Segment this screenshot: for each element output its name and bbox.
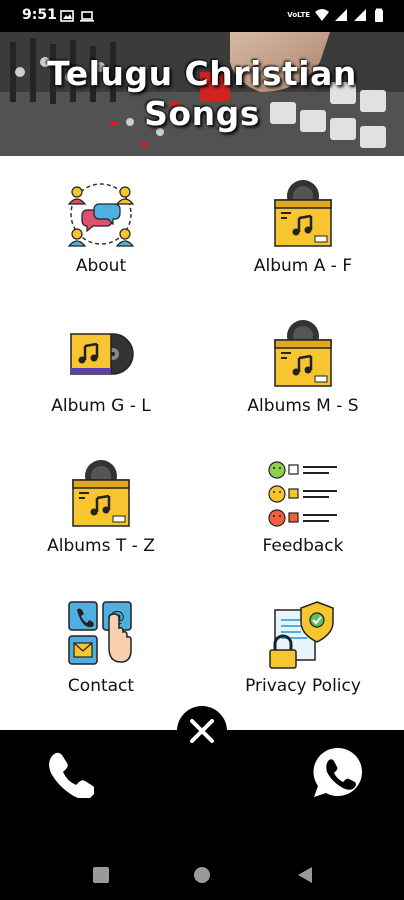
status-time: 9:51 (22, 7, 57, 23)
music-box-icon (72, 460, 130, 527)
volte-icon: VoLTE (287, 10, 310, 19)
status-bar: 9:51 VoLTE (0, 0, 404, 32)
menu-item-label: Albums T - Z (47, 536, 155, 556)
menu-item-label: Feedback (262, 536, 344, 556)
menu-item-album-a-f[interactable]: Album A - F (202, 156, 404, 296)
menu-item-albums-m-s[interactable]: Albums M - S (202, 296, 404, 436)
close-button[interactable] (177, 706, 227, 756)
menu-item-album-g-l[interactable]: Album G - L (0, 296, 202, 436)
menu-item-contact[interactable]: @ Contact (0, 576, 202, 716)
menu-item-privacy-policy[interactable]: Privacy Policy (202, 576, 404, 716)
signal-icon (335, 9, 347, 21)
app-title: Telugu Christian Songs (47, 54, 357, 133)
laptop-icon (80, 11, 94, 22)
header-banner: Telugu Christian Songs (0, 32, 404, 156)
menu-item-feedback[interactable]: Feedback (202, 436, 404, 576)
recents-icon[interactable] (92, 866, 110, 884)
menu-item-label: About (75, 256, 127, 276)
menu-item-albums-t-z[interactable]: Albums T - Z (0, 436, 202, 576)
menu-grid: About Album A - F Album G - L Albums M -… (0, 156, 404, 730)
privacy-lock-icon (269, 601, 334, 669)
back-icon[interactable] (296, 866, 314, 884)
contact-icon: @ (68, 601, 132, 665)
wifi-icon (315, 9, 329, 21)
system-nav-bar (0, 848, 404, 900)
battery-icon (375, 8, 383, 22)
people-chat-icon (67, 183, 135, 247)
menu-item-about[interactable]: About (0, 156, 202, 296)
menu-item-label: Contact (67, 676, 135, 696)
home-icon[interactable] (193, 866, 211, 884)
music-box-icon (274, 320, 332, 387)
menu-item-label: Privacy Policy (245, 676, 361, 696)
music-box-icon (274, 180, 332, 247)
phone-icon[interactable] (44, 748, 94, 798)
gallery-icon (60, 10, 74, 22)
whatsapp-icon[interactable] (310, 744, 366, 800)
menu-item-label: Album A - F (253, 256, 353, 276)
signal-icon (354, 9, 366, 21)
menu-item-label: Albums M - S (247, 396, 359, 416)
feedback-emoji-icon (268, 461, 337, 527)
menu-item-label: Album G - L (51, 396, 151, 416)
close-icon (190, 719, 214, 743)
album-record-icon (70, 333, 134, 375)
